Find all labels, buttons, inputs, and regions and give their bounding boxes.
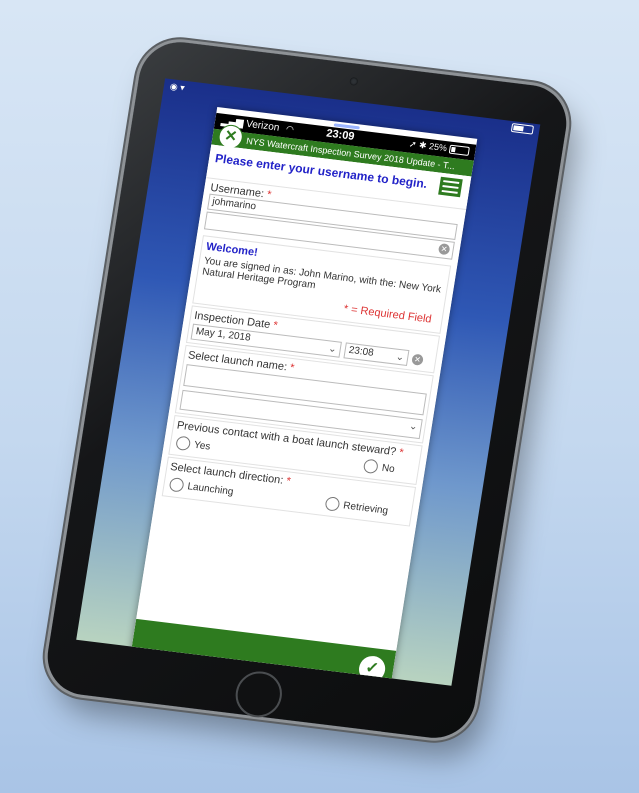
time-value: 23:08 (347, 344, 375, 359)
chevron-down-icon: ⌄ (408, 420, 419, 433)
ipad-status-icons: ◉ ▾ (169, 81, 186, 93)
bluetooth-icon: ✱ (418, 139, 428, 151)
date-value: May 1, 2018 (194, 326, 252, 344)
app-window: ▂▄▆ Verizon ◠ 23:09 ➚ ✱ 25% ✕ NYS Waterc… (129, 106, 478, 686)
radio-circle-icon[interactable] (362, 458, 380, 475)
required-mark: * (266, 188, 273, 202)
required-mark: * (398, 446, 405, 460)
radio-retrieving[interactable]: Retrieving (324, 496, 389, 518)
retrieving-label: Retrieving (342, 499, 389, 517)
home-button[interactable] (232, 668, 286, 720)
wifi-icon: ◠ (285, 123, 295, 135)
chevron-down-icon: ⌄ (327, 343, 338, 356)
check-icon[interactable]: ✓ (357, 654, 388, 684)
carrier-name: Verizon (245, 118, 281, 134)
camera-icon (349, 76, 359, 86)
launching-label: Launching (186, 480, 235, 498)
form-content[interactable]: Please enter your username to begin. Use… (136, 144, 472, 651)
required-mark: * (289, 361, 296, 375)
ipad-screen: ◉ ▾ ▂▄▆ Verizon ◠ 23:09 ➚ ✱ 25% ✕ NYS Wa… (76, 78, 541, 686)
radio-launching[interactable]: Launching (168, 477, 235, 499)
status-time: 23:09 (325, 127, 356, 143)
radio-circle-icon[interactable] (175, 435, 192, 452)
required-mark: * (285, 475, 292, 488)
clear-icon[interactable]: ✕ (437, 243, 451, 256)
battery-percent: 25% (428, 141, 448, 154)
radio-circle-icon[interactable] (168, 477, 185, 493)
clear-icon[interactable]: ✕ (411, 353, 424, 366)
menu-icon[interactable] (438, 176, 463, 198)
ipad-device: ◉ ▾ ▂▄▆ Verizon ◠ 23:09 ➚ ✱ 25% ✕ NYS Wa… (41, 37, 573, 743)
required-mark: * (272, 319, 279, 332)
yes-label: Yes (193, 439, 212, 453)
photo-background: ◉ ▾ ▂▄▆ Verizon ◠ 23:09 ➚ ✱ 25% ✕ NYS Wa… (0, 0, 639, 793)
chevron-down-icon: ⌄ (394, 351, 405, 364)
radio-circle-icon[interactable] (324, 496, 341, 512)
ipad-battery-icon (510, 123, 535, 135)
no-label: No (381, 462, 396, 475)
location-icon: ➚ (408, 138, 418, 150)
radio-yes[interactable]: Yes (175, 435, 212, 454)
battery-icon (448, 144, 470, 157)
radio-no[interactable]: No (362, 458, 396, 477)
